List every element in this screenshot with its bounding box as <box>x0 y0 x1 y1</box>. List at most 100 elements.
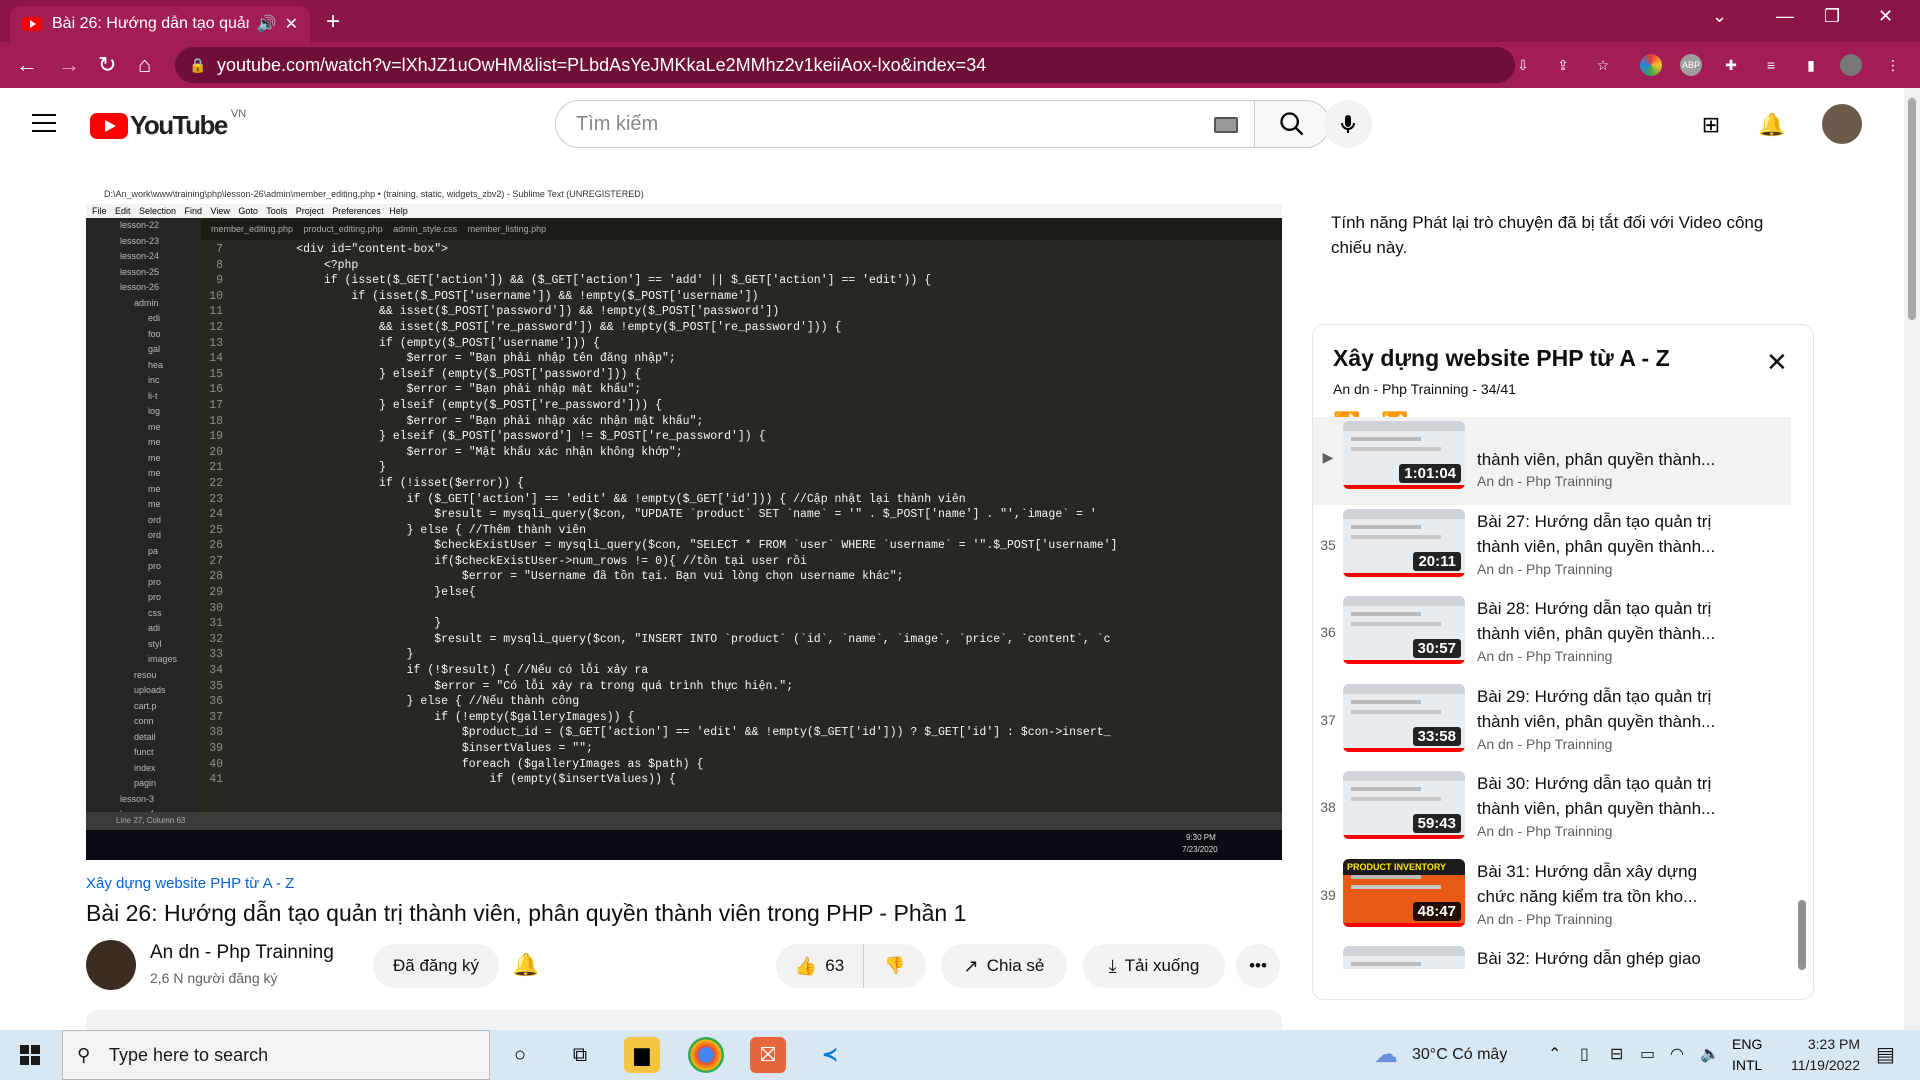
chrome-icon[interactable] <box>688 1037 724 1073</box>
reload-icon[interactable]: ↻ <box>98 52 116 78</box>
line-number: 31 <box>209 617 223 631</box>
page-scrollbar[interactable] <box>1904 88 1920 1030</box>
video-thumbnail[interactable]: PRODUCT INVENTORY 48:47 <box>1343 858 1465 927</box>
playlist-item[interactable]: 39 PRODUCT INVENTORY 48:47 Bài 31: Hướng dẫ… <box>1313 855 1813 943</box>
search-button[interactable] <box>1254 100 1330 148</box>
language-indicator[interactable]: ENG INTL <box>1732 1034 1762 1076</box>
recorded-file-item: index <box>134 762 156 773</box>
file-explorer-icon[interactable]: ▆ <box>624 1037 660 1073</box>
playlist-scrollbar[interactable] <box>1798 900 1806 970</box>
taskbar-search-input[interactable]: ⚲ Type here to search <box>62 1030 490 1080</box>
channel-name[interactable]: An dn - Php Trainning <box>150 942 334 964</box>
youtube-logo[interactable]: YouTube VN <box>90 108 246 141</box>
playlist-item-channel: An dn - Php Trainning <box>1477 823 1613 839</box>
lock-icon[interactable]: 🔒 <box>189 47 206 83</box>
description-box[interactable] <box>86 1010 1282 1030</box>
video-thumbnail[interactable]: 1:01:04 <box>1343 421 1465 489</box>
playlist-item-title[interactable]: thành viên, phân quyền thành... <box>1477 447 1727 472</box>
bookmark-star-icon[interactable]: ☆ <box>1592 54 1614 76</box>
playlist-item-title[interactable]: Bài 30: Hướng dẫn tạo quản trị thành viê… <box>1477 771 1727 821</box>
tray-volume-icon[interactable]: 🔈 <box>1700 1030 1720 1080</box>
notification-bell-icon[interactable]: 🔔 <box>512 952 539 978</box>
playlist-item[interactable]: 37 33:58 Bài 29: Hướng dẫn tạo quản trị th… <box>1313 680 1813 768</box>
minimize-button[interactable]: — <box>1776 6 1794 27</box>
address-bar[interactable]: 🔒 youtube.com/watch?v=lXhJZ1uOwHM&list=P… <box>175 47 1515 83</box>
playlist-item-title[interactable]: Bài 29: Hướng dẫn tạo quản trị thành viê… <box>1477 684 1727 734</box>
code-block: 7 <div id="content-box"> 8 <?php 9 if (iss… <box>201 240 1282 788</box>
weather-text[interactable]: 30°C Có mây <box>1412 1030 1507 1080</box>
close-playlist-icon[interactable]: ✕ <box>1766 347 1788 378</box>
playlist-item[interactable]: 38 59:43 Bài 30: Hướng dẫn tạo quản trị th… <box>1313 767 1813 855</box>
keyboard-icon[interactable] <box>1214 117 1238 133</box>
tray-network-icon[interactable]: ⊟ <box>1610 1030 1623 1080</box>
search-input[interactable]: Tìm kiếm <box>555 100 1255 148</box>
cortana-icon[interactable]: ○ <box>502 1037 538 1073</box>
new-tab-button[interactable]: + <box>326 8 340 36</box>
browser-menu-icon[interactable]: ⋮ <box>1882 54 1904 76</box>
video-thumbnail[interactable]: 59:43 <box>1343 771 1465 839</box>
adblock-icon[interactable]: ABP <box>1680 54 1702 76</box>
back-arrow-icon[interactable]: ← <box>16 52 38 78</box>
video-player[interactable]: D:\An_work\www\training\php\lesson-26\ad… <box>86 184 1282 860</box>
windows-start-icon[interactable] <box>20 1045 40 1065</box>
color-extension-icon[interactable] <box>1640 54 1662 76</box>
vscode-icon[interactable]: ≺ <box>812 1037 848 1073</box>
notifications-bell-icon[interactable]: 🔔 <box>1758 112 1785 138</box>
more-horizontal-icon: ••• <box>1249 956 1267 975</box>
taskbar-clock[interactable]: 3:23 PM 11/19/2022 <box>1760 1034 1860 1076</box>
tray-wifi-icon[interactable]: ◠ <box>1670 1030 1684 1080</box>
playlist-item[interactable]: ▶ 1:01:04 thành viên, phân quyền thành... A… <box>1313 417 1791 505</box>
playlist-item-title[interactable]: Bài 27: Hướng dẫn tạo quản trị thành viê… <box>1477 509 1727 559</box>
code-line: 32 $result = mysqli_query($con, "INSERT … <box>201 632 1282 648</box>
playlist-item[interactable]: 35 20:11 Bài 27: Hướng dẫn tạo quản trị th… <box>1313 505 1813 593</box>
playlist-item[interactable]: 40Bài 32: Hướng dẫn ghép giao diện HTML … <box>1313 942 1813 969</box>
media-queue-icon[interactable]: ≡ <box>1760 54 1782 76</box>
code-line: 26 $checkExistUser = mysqli_query($con, … <box>201 538 1282 554</box>
tray-battery-icon[interactable]: ▭ <box>1640 1030 1655 1080</box>
share-button[interactable]: ↗ Chia sẻ <box>941 944 1067 988</box>
video-thumbnail[interactable]: 20:11 <box>1343 508 1465 577</box>
tab-search-chevron-icon[interactable]: ⌄ <box>1712 6 1727 27</box>
playlist-item[interactable]: 36 30:57 Bài 28: Hướng dẫn tạo quản trị th… <box>1313 592 1813 680</box>
side-panel-icon[interactable]: ▮ <box>1800 54 1822 76</box>
playlist-item-title[interactable]: Bài 28: Hướng dẫn tạo quản trị thành viê… <box>1477 596 1727 646</box>
browser-tab[interactable]: Bài 26: Hướng dẫn tạo quản 🔊 ✕ <box>10 6 310 42</box>
home-icon[interactable]: ⌂ <box>138 52 151 78</box>
dislike-button[interactable]: 👎 <box>864 944 926 988</box>
channel-avatar[interactable] <box>86 940 136 990</box>
like-button[interactable]: 👍 63 <box>776 944 864 988</box>
create-video-icon[interactable]: ⊞ <box>1698 112 1724 138</box>
install-icon[interactable]: ⇩ <box>1512 54 1534 76</box>
task-view-icon[interactable]: ⧉ <box>562 1037 598 1073</box>
recorded-file-item: lesson-24 <box>120 251 160 261</box>
tray-chevron-icon[interactable]: ⌃ <box>1548 1030 1561 1080</box>
close-window-button[interactable]: ✕ <box>1878 6 1893 27</box>
playlist-title[interactable]: Xây dựng website PHP từ A - Z <box>1333 345 1670 372</box>
download-button[interactable]: ⤓ Tải xuống <box>1083 944 1225 988</box>
page-scroll-thumb[interactable] <box>1908 98 1916 320</box>
recorded-file-item: pa <box>148 545 159 556</box>
video-thumbnail[interactable]: 30:57 <box>1343 596 1465 664</box>
weather-cloud-icon[interactable]: ☁ <box>1374 1030 1398 1080</box>
share-icon[interactable]: ⇪ <box>1552 54 1574 76</box>
more-actions-button[interactable]: ••• <box>1236 944 1280 988</box>
account-avatar[interactable] <box>1822 104 1862 144</box>
voice-search-button[interactable] <box>1324 100 1372 148</box>
playlist-item-title[interactable]: Bài 32: Hướng dẫn ghép giao diện HTML CS… <box>1477 946 1727 969</box>
tray-device-icon[interactable]: ▯ <box>1580 1030 1589 1080</box>
forward-arrow-icon[interactable]: → <box>58 52 80 78</box>
playlist-link[interactable]: Xây dựng website PHP từ A - Z <box>86 875 294 892</box>
menu-hamburger-icon[interactable] <box>32 114 56 138</box>
tab-close-icon[interactable]: ✕ <box>285 14 298 34</box>
video-thumbnail[interactable]: 33:58 <box>1343 683 1465 752</box>
video-thumbnail[interactable] <box>1343 946 1465 969</box>
profile-avatar-icon[interactable] <box>1840 54 1862 76</box>
speaker-icon[interactable]: 🔊 <box>257 14 277 34</box>
extensions-puzzle-icon[interactable]: ✚ <box>1720 54 1742 76</box>
playlist-item-title[interactable]: Bài 31: Hướng dẫn xây dựng chức năng kiể… <box>1477 859 1727 909</box>
recorded-menu-bar: File Edit Selection Find View Goto Tools… <box>86 204 1282 218</box>
xampp-icon[interactable]: ⛝ <box>750 1037 786 1073</box>
notification-center-icon[interactable]: ▤ <box>1876 1030 1895 1080</box>
subscribed-button[interactable]: Đã đăng ký <box>373 944 499 988</box>
maximize-button[interactable]: ❐ <box>1824 6 1840 27</box>
